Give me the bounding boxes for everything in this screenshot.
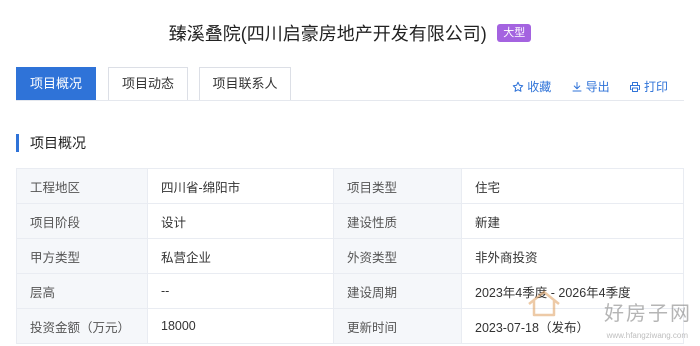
field-label: 建设性质 xyxy=(333,203,462,239)
export-label: 导出 xyxy=(585,80,610,94)
field-value: 2023-07-18（发布） xyxy=(461,308,684,344)
tab-contacts[interactable]: 项目联系人 xyxy=(199,67,291,101)
action-bar: 收藏 导出 打印 xyxy=(496,78,668,95)
project-size-badge: 大型 xyxy=(497,24,532,42)
field-label: 建设周期 xyxy=(333,273,462,309)
table-row: 投资金额（万元） 18000 更新时间 2023-07-18（发布） xyxy=(16,308,684,344)
field-value: 住宅 xyxy=(461,168,684,204)
field-value: 18000 xyxy=(147,308,334,344)
field-label: 投资金额（万元） xyxy=(16,308,148,344)
favorite-button[interactable]: 收藏 xyxy=(512,78,551,95)
export-button[interactable]: 导出 xyxy=(571,78,610,95)
field-label: 项目类型 xyxy=(333,168,462,204)
table-row: 项目阶段 设计 建设性质 新建 xyxy=(16,203,684,239)
field-value: 2023年4季度 - 2026年4季度 xyxy=(461,273,684,309)
field-label: 外资类型 xyxy=(333,238,462,274)
table-row: 甲方类型 私营企业 外资类型 非外商投资 xyxy=(16,238,684,274)
page-title: 臻溪叠院(四川启豪房地产开发有限公司) xyxy=(168,24,487,44)
field-label: 层高 xyxy=(16,273,148,309)
print-button[interactable]: 打印 xyxy=(629,78,668,95)
table-row: 工程地区 四川省-绵阳市 项目类型 住宅 xyxy=(16,168,684,204)
tab-updates[interactable]: 项目动态 xyxy=(108,67,188,101)
favorite-label: 收藏 xyxy=(527,80,552,94)
field-label: 更新时间 xyxy=(333,308,462,344)
download-icon xyxy=(572,82,582,92)
field-value: 四川省-绵阳市 xyxy=(147,168,334,204)
field-label: 工程地区 xyxy=(16,168,148,204)
field-value: 设计 xyxy=(147,203,334,239)
field-value: -- xyxy=(147,273,334,309)
field-label: 项目阶段 xyxy=(16,203,148,239)
tab-overview[interactable]: 项目概况 xyxy=(16,67,96,101)
print-label: 打印 xyxy=(643,80,668,94)
field-value: 新建 xyxy=(461,203,684,239)
field-value: 私营企业 xyxy=(147,238,334,274)
page-header: 臻溪叠院(四川启豪房地产开发有限公司) 大型 xyxy=(0,20,700,46)
printer-icon xyxy=(629,82,640,92)
field-label: 甲方类型 xyxy=(16,238,148,274)
section-title: 项目概况 xyxy=(16,134,86,152)
field-value: 非外商投资 xyxy=(461,238,684,274)
tab-divider xyxy=(16,100,684,101)
star-icon xyxy=(513,81,524,92)
project-info-table: 工程地区 四川省-绵阳市 项目类型 住宅 项目阶段 设计 建设性质 新建 甲方类… xyxy=(16,168,684,344)
table-row: 层高 -- 建设周期 2023年4季度 - 2026年4季度 xyxy=(16,273,684,309)
